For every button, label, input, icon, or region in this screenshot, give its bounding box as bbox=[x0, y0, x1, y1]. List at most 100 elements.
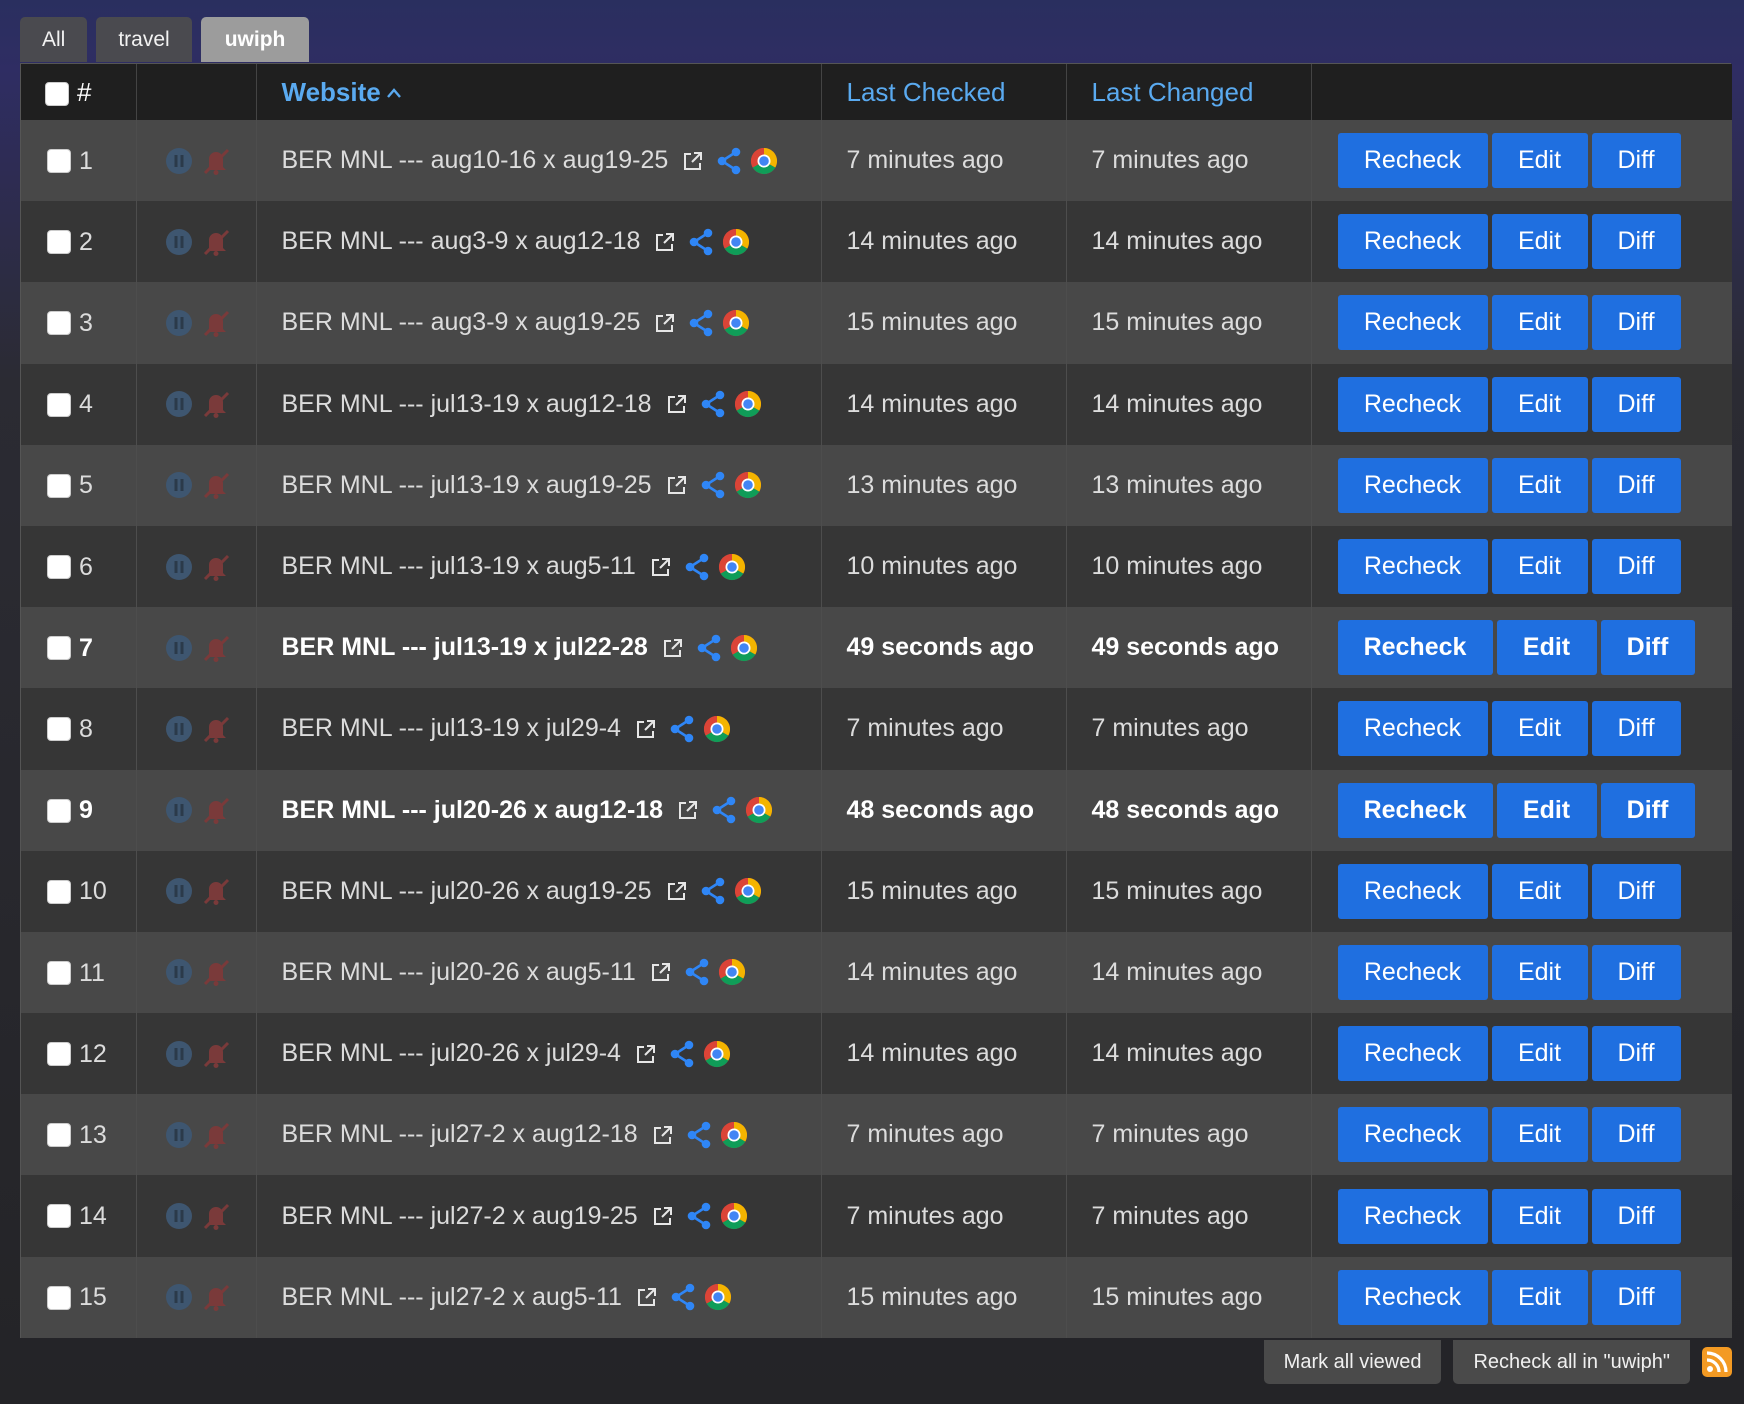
bell-slash-icon[interactable] bbox=[201, 876, 231, 906]
chrome-icon[interactable] bbox=[718, 958, 746, 986]
row-checkbox[interactable] bbox=[47, 230, 71, 255]
edit-button[interactable]: Edit bbox=[1491, 295, 1588, 351]
recheck-button[interactable]: Recheck bbox=[1337, 1107, 1488, 1163]
recheck-button[interactable]: Recheck bbox=[1337, 295, 1488, 351]
recheck-button[interactable]: Recheck bbox=[1337, 376, 1488, 432]
tab-uwiph[interactable]: uwiph bbox=[200, 17, 310, 62]
pause-icon[interactable] bbox=[165, 228, 193, 256]
external-link-icon[interactable] bbox=[636, 1286, 658, 1308]
edit-button[interactable]: Edit bbox=[1491, 457, 1588, 513]
bell-slash-icon[interactable] bbox=[201, 470, 231, 500]
share-icon[interactable] bbox=[684, 1201, 714, 1231]
pause-icon[interactable] bbox=[165, 471, 193, 499]
pause-icon[interactable] bbox=[165, 309, 193, 337]
watch-title-link[interactable]: BER MNL --- jul13-19 x jul22-28 bbox=[282, 633, 648, 662]
share-icon[interactable] bbox=[668, 1282, 698, 1312]
chrome-icon[interactable] bbox=[734, 390, 762, 418]
diff-button[interactable]: Diff bbox=[1591, 214, 1681, 270]
recheck-button[interactable]: Recheck bbox=[1337, 863, 1488, 919]
watch-title-link[interactable]: BER MNL --- aug3-9 x aug12-18 bbox=[282, 227, 641, 256]
watch-title-link[interactable]: BER MNL --- jul13-19 x jul29-4 bbox=[282, 714, 621, 743]
edit-button[interactable]: Edit bbox=[1491, 863, 1588, 919]
pause-icon[interactable] bbox=[165, 1283, 193, 1311]
chrome-icon[interactable] bbox=[734, 471, 762, 499]
edit-button[interactable]: Edit bbox=[1491, 1269, 1588, 1325]
row-checkbox[interactable] bbox=[47, 717, 71, 742]
external-link-icon[interactable] bbox=[635, 1043, 657, 1065]
bell-slash-icon[interactable] bbox=[201, 1201, 231, 1231]
bell-slash-icon[interactable] bbox=[201, 227, 231, 257]
recheck-button[interactable]: Recheck bbox=[1337, 701, 1488, 757]
bell-slash-icon[interactable] bbox=[201, 1120, 231, 1150]
watch-title-link[interactable]: BER MNL --- jul13-19 x aug19-25 bbox=[282, 471, 652, 500]
bell-slash-icon[interactable] bbox=[201, 795, 231, 825]
watch-title-link[interactable]: BER MNL --- jul27-2 x aug19-25 bbox=[282, 1202, 638, 1231]
row-checkbox[interactable] bbox=[47, 879, 71, 904]
share-icon[interactable] bbox=[684, 1120, 714, 1150]
share-icon[interactable] bbox=[698, 876, 728, 906]
external-link-icon[interactable] bbox=[662, 637, 684, 659]
external-link-icon[interactable] bbox=[682, 150, 704, 172]
edit-button[interactable]: Edit bbox=[1491, 701, 1588, 757]
external-link-icon[interactable] bbox=[666, 393, 688, 415]
share-icon[interactable] bbox=[714, 146, 744, 176]
external-link-icon[interactable] bbox=[677, 799, 699, 821]
watch-title-link[interactable]: BER MNL --- jul27-2 x aug5-11 bbox=[282, 1283, 622, 1312]
diff-button[interactable]: Diff bbox=[1591, 457, 1681, 513]
row-checkbox[interactable] bbox=[47, 311, 71, 336]
bell-slash-icon[interactable] bbox=[201, 1282, 231, 1312]
recheck-all-button[interactable]: Recheck all in "uwiph" bbox=[1453, 1340, 1690, 1384]
external-link-icon[interactable] bbox=[652, 1205, 674, 1227]
share-icon[interactable] bbox=[682, 552, 712, 582]
pause-icon[interactable] bbox=[165, 1121, 193, 1149]
tab-all[interactable]: All bbox=[20, 17, 88, 62]
recheck-button[interactable]: Recheck bbox=[1337, 214, 1488, 270]
edit-button[interactable]: Edit bbox=[1491, 944, 1588, 1000]
recheck-button[interactable]: Recheck bbox=[1337, 944, 1488, 1000]
row-checkbox[interactable] bbox=[47, 473, 71, 498]
row-checkbox[interactable] bbox=[47, 554, 71, 579]
external-link-icon[interactable] bbox=[635, 718, 657, 740]
chrome-icon[interactable] bbox=[730, 634, 758, 662]
pause-icon[interactable] bbox=[165, 1202, 193, 1230]
chrome-icon[interactable] bbox=[734, 877, 762, 905]
diff-button[interactable]: Diff bbox=[1591, 1026, 1681, 1082]
watch-title-link[interactable]: BER MNL --- aug10-16 x aug19-25 bbox=[282, 146, 669, 175]
recheck-button[interactable]: Recheck bbox=[1337, 620, 1493, 676]
edit-button[interactable]: Edit bbox=[1491, 1107, 1588, 1163]
bell-slash-icon[interactable] bbox=[201, 957, 231, 987]
edit-button[interactable]: Edit bbox=[1496, 620, 1597, 676]
pause-icon[interactable] bbox=[165, 390, 193, 418]
share-icon[interactable] bbox=[709, 795, 739, 825]
recheck-button[interactable]: Recheck bbox=[1337, 782, 1493, 838]
row-checkbox[interactable] bbox=[47, 1042, 71, 1067]
share-icon[interactable] bbox=[682, 957, 712, 987]
edit-button[interactable]: Edit bbox=[1491, 1188, 1588, 1244]
chrome-icon[interactable] bbox=[745, 796, 773, 824]
recheck-button[interactable]: Recheck bbox=[1337, 457, 1488, 513]
watch-title-link[interactable]: BER MNL --- aug3-9 x aug19-25 bbox=[282, 308, 641, 337]
diff-button[interactable]: Diff bbox=[1591, 1269, 1681, 1325]
edit-button[interactable]: Edit bbox=[1491, 133, 1588, 189]
bell-slash-icon[interactable] bbox=[201, 308, 231, 338]
row-checkbox[interactable] bbox=[47, 1123, 71, 1148]
chrome-icon[interactable] bbox=[720, 1202, 748, 1230]
pause-icon[interactable] bbox=[165, 553, 193, 581]
external-link-icon[interactable] bbox=[654, 231, 676, 253]
diff-button[interactable]: Diff bbox=[1600, 782, 1695, 838]
select-all-checkbox[interactable] bbox=[45, 81, 69, 106]
share-icon[interactable] bbox=[667, 1039, 697, 1069]
edit-button[interactable]: Edit bbox=[1491, 1026, 1588, 1082]
bell-slash-icon[interactable] bbox=[201, 146, 231, 176]
share-icon[interactable] bbox=[698, 389, 728, 419]
diff-button[interactable]: Diff bbox=[1591, 1107, 1681, 1163]
row-checkbox[interactable] bbox=[47, 636, 71, 661]
edit-button[interactable]: Edit bbox=[1491, 539, 1588, 595]
watch-title-link[interactable]: BER MNL --- jul20-26 x aug19-25 bbox=[282, 877, 652, 906]
pause-icon[interactable] bbox=[165, 877, 193, 905]
pause-icon[interactable] bbox=[165, 147, 193, 175]
row-checkbox[interactable] bbox=[47, 392, 71, 417]
row-checkbox[interactable] bbox=[47, 960, 71, 985]
diff-button[interactable]: Diff bbox=[1591, 944, 1681, 1000]
diff-button[interactable]: Diff bbox=[1591, 1188, 1681, 1244]
